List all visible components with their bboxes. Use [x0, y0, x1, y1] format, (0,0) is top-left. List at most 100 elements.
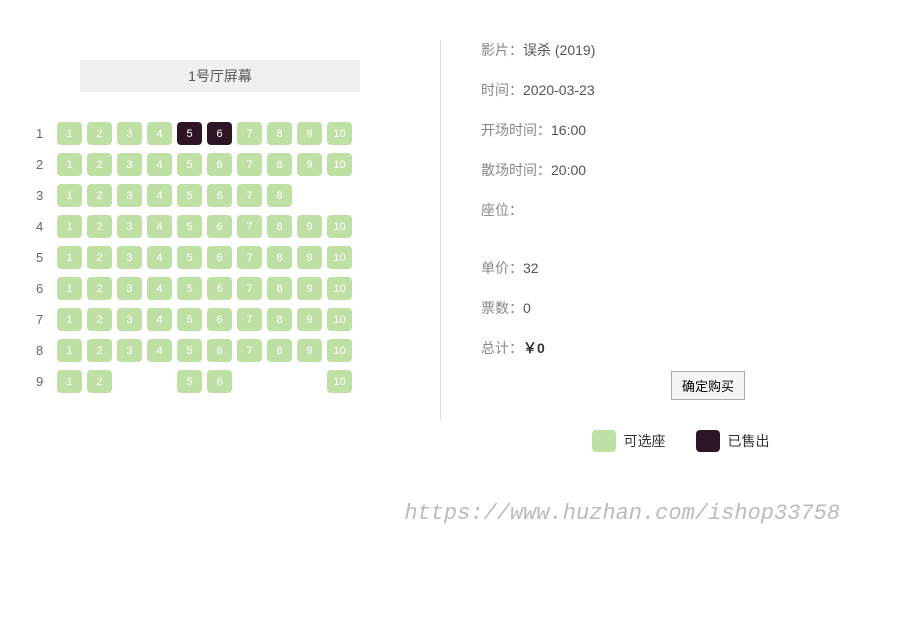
seat-available[interactable]: 8 — [267, 246, 292, 269]
legend-sold-box — [696, 430, 720, 452]
total-value: ￥0 — [523, 340, 545, 356]
seat-available[interactable]: 6 — [207, 308, 232, 331]
seat-available[interactable]: 7 — [237, 339, 262, 362]
seat-available[interactable]: 4 — [147, 153, 172, 176]
seat-available[interactable]: 3 — [117, 153, 142, 176]
seat-available[interactable]: 4 — [147, 215, 172, 238]
seat-available[interactable]: 8 — [267, 277, 292, 300]
seat-available[interactable]: 3 — [117, 122, 142, 145]
seat-row: 412345678910 — [20, 215, 400, 238]
seat-available[interactable]: 2 — [87, 122, 112, 145]
vertical-divider — [440, 40, 441, 420]
seat-available[interactable]: 7 — [237, 215, 262, 238]
seat-available[interactable]: 4 — [147, 122, 172, 145]
row-number: 7 — [20, 312, 52, 327]
row-number: 3 — [20, 188, 52, 203]
seat-available[interactable]: 1 — [57, 277, 82, 300]
seat-available[interactable]: 9 — [297, 122, 322, 145]
seat-available[interactable]: 3 — [117, 277, 142, 300]
movie-label: 影片： — [481, 42, 523, 58]
seat-available[interactable]: 8 — [267, 308, 292, 331]
seat-available[interactable]: 6 — [207, 246, 232, 269]
seat-available[interactable]: 10 — [327, 339, 352, 362]
row-number: 9 — [20, 374, 52, 389]
seat-available[interactable]: 8 — [267, 122, 292, 145]
seat-available[interactable]: 7 — [237, 277, 262, 300]
seat-available[interactable]: 2 — [87, 277, 112, 300]
seat-available[interactable]: 7 — [237, 246, 262, 269]
seat-available[interactable]: 6 — [207, 370, 232, 393]
seat-available[interactable]: 5 — [177, 246, 202, 269]
seat-available[interactable]: 3 — [117, 308, 142, 331]
seat-available[interactable]: 10 — [327, 277, 352, 300]
seat-available[interactable]: 6 — [207, 215, 232, 238]
seat-available[interactable]: 9 — [297, 153, 322, 176]
seat-available[interactable]: 5 — [177, 370, 202, 393]
seat-available[interactable]: 8 — [267, 215, 292, 238]
seat-available[interactable]: 7 — [237, 184, 262, 207]
row-number: 5 — [20, 250, 52, 265]
seat-grid: 1123456789102123456789103123456784123456… — [20, 122, 400, 393]
seat-available[interactable]: 5 — [177, 308, 202, 331]
seat-available[interactable]: 9 — [297, 277, 322, 300]
seat-available[interactable]: 1 — [57, 339, 82, 362]
seat-available[interactable]: 3 — [117, 339, 142, 362]
seat-selection-panel: 1号厅屏幕 1123456789102123456789103123456784… — [20, 40, 420, 452]
seat-available[interactable]: 8 — [267, 339, 292, 362]
seat-available[interactable]: 9 — [297, 339, 322, 362]
seat-available[interactable]: 10 — [327, 308, 352, 331]
seat-available[interactable]: 5 — [177, 153, 202, 176]
seat-available[interactable]: 1 — [57, 246, 82, 269]
seat-available[interactable]: 6 — [207, 277, 232, 300]
seat-available[interactable]: 2 — [87, 339, 112, 362]
seat-available[interactable]: 5 — [177, 184, 202, 207]
seat-available[interactable]: 8 — [267, 153, 292, 176]
seat-available[interactable]: 7 — [237, 308, 262, 331]
seat-row: 912 56 10 — [20, 370, 400, 393]
seat-available[interactable]: 1 — [57, 153, 82, 176]
seat-row: 612345678910 — [20, 277, 400, 300]
seat-available[interactable]: 8 — [267, 184, 292, 207]
end-time-row: 散场时间：20:00 — [481, 160, 880, 180]
seat-available[interactable]: 4 — [147, 277, 172, 300]
seat-available[interactable]: 10 — [327, 215, 352, 238]
date-row: 时间：2020-03-23 — [481, 80, 880, 100]
seat-available[interactable]: 10 — [327, 122, 352, 145]
legend-available: 可选座 — [592, 430, 666, 452]
seat-available[interactable]: 4 — [147, 184, 172, 207]
seat-available[interactable]: 2 — [87, 246, 112, 269]
seat-available[interactable]: 6 — [207, 153, 232, 176]
seat-available[interactable]: 4 — [147, 246, 172, 269]
seat-available[interactable]: 1 — [57, 215, 82, 238]
seat-available[interactable]: 2 — [87, 370, 112, 393]
seat-available[interactable]: 1 — [57, 308, 82, 331]
seat-available[interactable]: 9 — [297, 308, 322, 331]
seat-available[interactable]: 5 — [177, 215, 202, 238]
seat-available[interactable]: 2 — [87, 153, 112, 176]
seat-available[interactable]: 3 — [117, 215, 142, 238]
seat-available[interactable]: 3 — [117, 246, 142, 269]
seat-available[interactable]: 4 — [147, 339, 172, 362]
seat-available[interactable]: 7 — [237, 153, 262, 176]
seat-available[interactable]: 9 — [297, 246, 322, 269]
seat-available[interactable]: 2 — [87, 308, 112, 331]
seat-available[interactable]: 2 — [87, 215, 112, 238]
seat-available[interactable]: 5 — [177, 339, 202, 362]
confirm-buy-button[interactable]: 确定购买 — [671, 371, 745, 400]
seat-available[interactable]: 5 — [177, 277, 202, 300]
seat-available[interactable]: 1 — [57, 184, 82, 207]
seat-available[interactable]: 6 — [207, 184, 232, 207]
seat-available[interactable]: 10 — [327, 246, 352, 269]
date-label: 时间： — [481, 82, 523, 98]
seat-available[interactable]: 4 — [147, 308, 172, 331]
seat-available[interactable]: 10 — [327, 370, 352, 393]
seat-available[interactable]: 7 — [237, 122, 262, 145]
legend-sold-label: 已售出 — [728, 431, 770, 451]
seat-available[interactable]: 1 — [57, 122, 82, 145]
seat-available[interactable]: 1 — [57, 370, 82, 393]
seat-available[interactable]: 3 — [117, 184, 142, 207]
seat-available[interactable]: 2 — [87, 184, 112, 207]
seat-available[interactable]: 9 — [297, 215, 322, 238]
seat-available[interactable]: 10 — [327, 153, 352, 176]
seat-available[interactable]: 6 — [207, 339, 232, 362]
